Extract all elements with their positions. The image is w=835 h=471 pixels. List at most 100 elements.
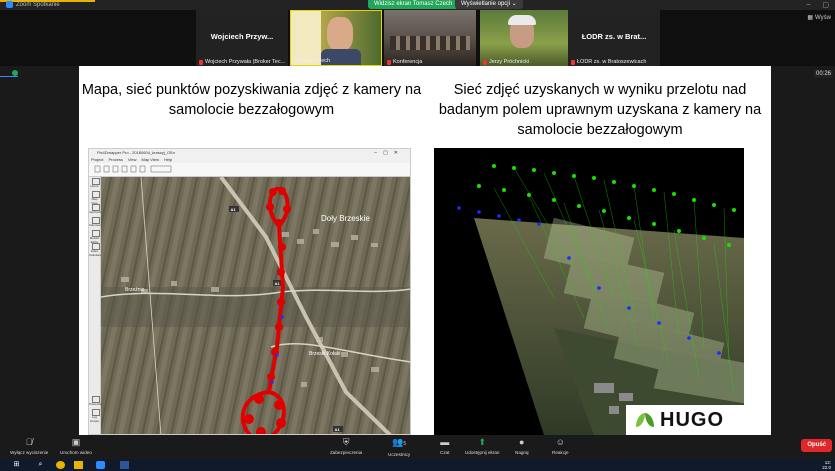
map-label-village: Brzeski Kołaki [309,351,340,357]
slide-left-heading: Mapa, sieć punktów pozyskiwania zdjęć z … [81,82,422,118]
pix4d-sidebar: Home Map View rayCloud Volumes Mosaic Ed… [89,177,104,434]
reactions-icon: ☺ [555,437,565,447]
participant-caption: Wojciech Przywała (Broker Tec... [199,59,285,65]
muted-mic-icon [483,59,487,65]
pix4d-sidebar-item: Home [89,177,100,190]
pix4d-sidebar-item: Map View [89,190,100,205]
window-controls: – ▢ [806,1,829,9]
muted-mic-icon [387,59,391,65]
participant-tile-active-speaker[interactable]: Tomasz Czech [290,10,382,66]
chat-label: Czat [440,450,450,455]
minimize-icon[interactable]: – [806,1,810,9]
pix4d-toolbar-icons [94,165,172,173]
pix4d-sidebar-item: Mosaic Editor [89,229,100,244]
participant-caption: Konferencja [387,59,422,65]
participants-count: 5 [403,441,407,447]
muted-mic-icon [199,59,203,65]
participant-caption-text: Konferencja [393,59,423,65]
participant-tile[interactable]: Konferencja [384,10,476,66]
search-icon[interactable]: ⌕ [36,461,45,469]
participant-caption: ŁODR zs. w Bratoszewicach [571,59,646,65]
camera-off-icon: ▣ [71,437,81,447]
security-button[interactable]: ⛨ Zabezpieczenia [330,437,362,455]
participant-tile[interactable]: Wojciech Przyw... Wojciech Przywała (Bro… [196,10,288,66]
chat-button[interactable]: ▬ Czat [440,437,449,455]
start-video-button[interactable]: ▣ Uruchom wideo [60,437,92,455]
pix4d-window-screenshot: Pix4Dmapper Pro - 20180604_kraszyj_OSn –… [88,148,411,435]
chrome-icon[interactable] [56,461,65,469]
participants-button[interactable]: 👥5 Uczestnicy [388,437,410,457]
record-icon: ● [519,437,525,447]
gallery-view-button[interactable]: ▦ Wyśw [807,14,831,22]
map-label-village: Brzeźnio [125,287,145,293]
microphone-muted-icon: 🎙̸ [25,437,33,447]
map-label-road: A1 [231,207,237,212]
shield-status-icon[interactable] [12,70,18,76]
windows-taskbar: ⊞ ⌕ 12: 22.0 [0,459,835,471]
participant-caption-text: Wojciech Przywała (Broker Tec... [205,59,286,65]
app-title-text: Zoom Spotkanie [16,1,60,8]
record-label: Nagraj [515,450,529,455]
hugo-logo: HUGO [626,405,744,435]
file-explorer-icon[interactable] [74,461,83,469]
unmute-label: Wyłącz wyciszenie [10,450,49,455]
pix4d-window-controls: –▢✕ [374,150,404,156]
leaf-icon [636,413,654,427]
share-screen-icon: ⬆ [478,437,487,447]
participant-caption-text: Jerzy Próchnicki [489,59,530,65]
muted-mic-icon [571,59,575,65]
participant-tile[interactable]: ŁODR zs. w Brat... ŁODR zs. w Bratoszewi… [568,10,660,66]
app-title: Zoom Spotkanie [6,1,60,8]
map-label-road: A1 [335,427,341,432]
windows-start-icon[interactable]: ⊞ [12,461,21,469]
pix4d-sidebar-item: Volumes [89,216,101,229]
pix4d-title-text: Pix4Dmapper Pro - 20180604_kraszyj_OSn [97,150,175,155]
participant-tile[interactable]: Jerzy Próchnicki [480,10,568,66]
participant-face [327,17,353,51]
security-label: Zabezpieczenia [330,450,363,455]
leave-meeting-button[interactable]: Opuść [801,439,832,452]
shield-icon: ⛨ [342,437,350,447]
window-titlebar: Zoom Spotkanie Widzisz ekran Tomasz Czec… [0,0,835,10]
participant-name: ŁODR zs. w Brat... [581,32,647,41]
word-icon[interactable] [120,461,129,469]
shared-slide: Mapa, sieć punktów pozyskiwania zdjęć z … [79,66,771,435]
participant-caption: Jerzy Próchnicki [483,59,529,65]
point-cloud-view: HUGO [434,148,744,435]
satellite-map: A1 A1 A1 Doły Brzeskie Brzeski Kołaki Br… [101,177,410,434]
share-screen-button[interactable]: ⬆ Udostępnij ekran [465,437,499,455]
reactions-button[interactable]: ☺ Reakcje [552,437,569,455]
pix4d-sidebar-item: Log Output [89,408,100,423]
start-video-label: Uruchom wideo [60,450,92,455]
zoom-taskbar-icon[interactable] [96,461,105,469]
screen-share-banner: Widzisz ekran Tomasz Czech [368,0,459,9]
pix4d-toolbar [89,163,410,177]
zoom-icon [6,1,13,8]
pix4d-sidebar-item: rayCloud [89,203,101,216]
participant-caption-text: ŁODR zs. w Bratoszewicach [577,59,647,65]
point-cloud-drawing [457,164,744,435]
hugo-logo-text: HUGO [660,408,724,431]
satellite-map-drawing: A1 A1 A1 Doły Brzeskie Brzeski Kołaki Br… [101,177,410,434]
chat-icon: ▬ [440,437,450,447]
clock-date: 22.0 [822,465,831,470]
share-screen-label: Udostępnij ekran [465,450,500,455]
maximize-icon[interactable]: ▢ [822,1,829,9]
pix4d-sidebar-item: Processing [89,395,104,408]
map-label-village: Doły Brzeskie [321,214,370,223]
gallery-view-label: Wyśw [815,14,831,21]
participant-caption-text: Tomasz Czech [294,58,331,64]
unmute-button[interactable]: 🎙̸ Wyłącz wyciszenie [10,437,48,455]
system-clock[interactable]: 12: 22.0 [822,460,831,470]
reactions-label: Reakcje [552,450,569,455]
participants-label: Uczestnicy [388,452,411,457]
meeting-timer: 00:26 [813,70,833,78]
participants-icon: 👥5 [392,437,407,447]
audience-row [390,36,470,50]
pix4d-sidebar-item: Index Calculator [89,242,103,257]
view-options-button[interactable]: Wyświetlanie opcji ⌄ [455,0,523,9]
participant-name: Wojciech Przyw... [210,32,274,41]
participant-hair [508,15,536,25]
slide-right-heading: Sieć zdjęć uzyskanych w wyniku przelotu … [438,82,762,138]
record-button[interactable]: ● Nagraj [515,437,529,455]
